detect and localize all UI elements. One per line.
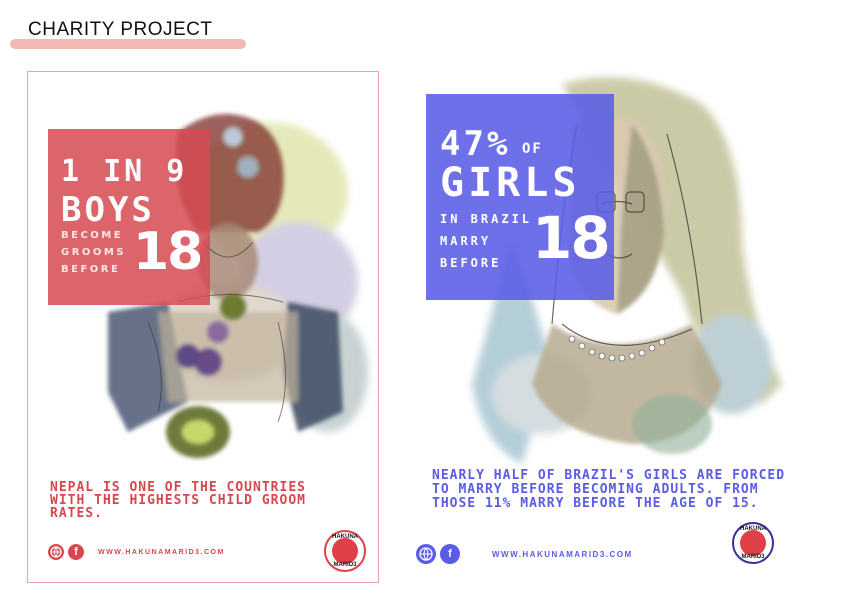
poster-nepal: 1 IN 9 BOYS BECOME GROOMS BEFORE 18 NEPA… <box>27 71 379 583</box>
headline-before: BEFORE <box>61 264 121 275</box>
headline-age: 18 <box>133 222 203 282</box>
headline-of: OF <box>522 141 543 157</box>
headline-percent: 47% <box>440 124 511 164</box>
hakuna-marid3-logo-icon: HAKUNA MARID3 <box>732 522 774 564</box>
headline-become: BECOME <box>61 230 124 241</box>
website-link[interactable]: WWW.HAKUNAMARID3.COM <box>98 549 225 556</box>
headline-grooms: GROOMS <box>61 247 127 258</box>
headline-marry: MARRY <box>440 234 492 248</box>
headline-before: BEFORE <box>440 256 502 270</box>
headline-age: 18 <box>532 204 611 272</box>
headline-in-brazil: IN BRAZIL <box>440 212 533 226</box>
poster-body-text: NEPAL IS ONE OF THE COUNTRIES WITH THE H… <box>50 480 306 521</box>
headline-girls: GIRLS <box>440 160 581 206</box>
poster-body-text: NEARLY HALF OF BRAZIL'S GIRLS ARE FORCED… <box>432 468 786 511</box>
hakuna-marid3-logo-icon: HAKUNA MARID3 <box>324 530 366 572</box>
website-link[interactable]: WWW.HAKUNAMARID3.COM <box>492 550 633 559</box>
globe-icon[interactable] <box>48 544 64 560</box>
facebook-icon[interactable]: f <box>440 544 460 564</box>
page-title: CHARITY PROJECT <box>28 19 213 40</box>
facebook-icon[interactable]: f <box>68 544 84 560</box>
globe-icon[interactable] <box>416 544 436 564</box>
headline-ratio: 1 IN 9 <box>61 154 188 189</box>
poster-brazil: 47% OF GIRLS IN BRAZIL MARRY BEFORE 18 N… <box>402 64 802 584</box>
